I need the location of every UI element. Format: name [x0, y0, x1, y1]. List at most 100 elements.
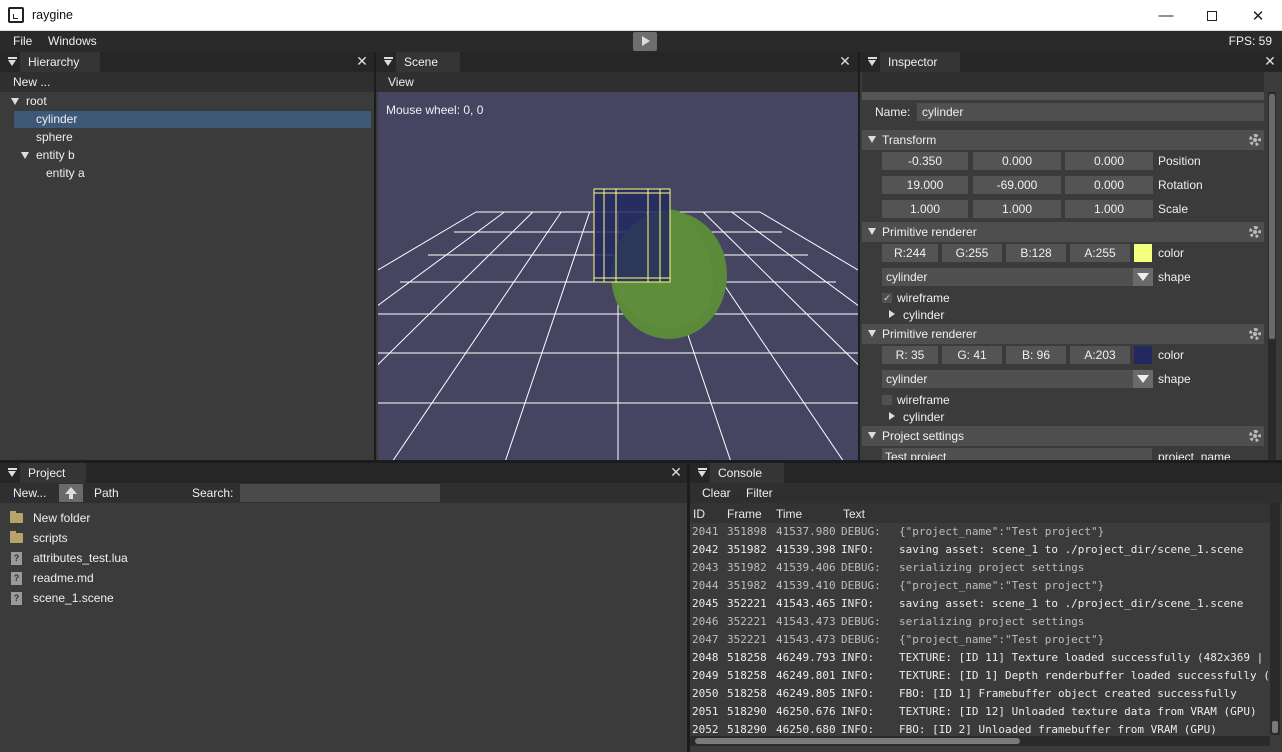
close-icon[interactable]: ✕: [669, 465, 683, 479]
scrollbar-thumb[interactable]: [1269, 94, 1275, 339]
up-directory-icon[interactable]: [59, 484, 83, 502]
maximize-icon[interactable]: [1189, 0, 1235, 31]
tab-console[interactable]: Console: [710, 463, 784, 483]
color-r-field[interactable]: R: 35: [882, 346, 938, 364]
cell-time: 46249.793: [776, 651, 836, 664]
scale-y-field[interactable]: 1.000: [973, 200, 1061, 218]
play-icon[interactable]: [633, 32, 657, 51]
position-x-field[interactable]: -0.350: [882, 152, 968, 170]
tab-project[interactable]: Project: [20, 463, 86, 483]
scale-z-field[interactable]: 1.000: [1065, 200, 1153, 218]
file-icon: ?: [11, 552, 22, 565]
project-settings-header[interactable]: Project settings: [862, 426, 1264, 446]
gear-icon[interactable]: [1249, 328, 1261, 340]
expand-arrow-icon[interactable]: [21, 152, 29, 159]
color-b-field[interactable]: B: 96: [1006, 346, 1066, 364]
close-icon[interactable]: ✕: [355, 54, 369, 68]
color-r-field[interactable]: R:244: [882, 244, 938, 262]
filter-button[interactable]: Filter: [746, 486, 773, 500]
color-g-field[interactable]: G:255: [942, 244, 1002, 262]
close-icon[interactable]: ✕: [1235, 0, 1281, 31]
project-name-input[interactable]: Test project: [882, 448, 1152, 460]
rotation-x-field[interactable]: 19.000: [882, 176, 968, 194]
menu-windows[interactable]: Windows: [48, 34, 97, 48]
cell-time: 41539.406: [776, 561, 836, 574]
close-icon[interactable]: ✕: [1263, 54, 1277, 68]
scene-render[interactable]: Mouse wheel: 0, 0: [376, 92, 858, 460]
tree-item-root[interactable]: root: [8, 93, 370, 110]
collapse-arrow-icon[interactable]: [868, 228, 876, 235]
sub-node-label[interactable]: cylinder: [903, 306, 944, 324]
close-icon[interactable]: ✕: [838, 54, 852, 68]
scrollbar-thumb[interactable]: [695, 738, 1020, 744]
tree-item-cylinder[interactable]: cylinder: [14, 111, 371, 128]
collapse-arrow-icon[interactable]: [868, 136, 876, 143]
column-header[interactable]: Text: [843, 507, 865, 521]
cell-time: 46250.676: [776, 705, 836, 718]
transform-header[interactable]: Transform: [862, 130, 1264, 150]
shape-dropdown[interactable]: cylinder: [882, 268, 1152, 286]
column-header[interactable]: ID: [693, 507, 705, 521]
cell-frame: 351982: [727, 579, 767, 592]
inspector-header-strip: [862, 92, 1264, 100]
position-z-field[interactable]: 0.000: [1065, 152, 1153, 170]
view-menu-button[interactable]: View: [388, 75, 414, 89]
color-g-field[interactable]: G: 41: [942, 346, 1002, 364]
color-swatch[interactable]: [1134, 346, 1152, 364]
scale-x-field[interactable]: 1.000: [882, 200, 968, 218]
color-a-field[interactable]: A:203: [1070, 346, 1130, 364]
path-button[interactable]: Path: [94, 486, 119, 500]
cell-text: {"project_name":"Test project"}: [899, 633, 1105, 646]
console-hscrollbar[interactable]: [690, 736, 1270, 746]
minimize-icon[interactable]: —: [1143, 0, 1189, 31]
tree-item-sphere[interactable]: sphere: [14, 129, 371, 146]
new-entity-button[interactable]: New ...: [13, 75, 50, 89]
tree-item-entity-a[interactable]: entity a: [24, 165, 371, 182]
collapse-arrow-icon[interactable]: [868, 432, 876, 439]
position-y-field[interactable]: 0.000: [973, 152, 1061, 170]
wireframe-checkbox[interactable]: ✓: [882, 293, 892, 303]
rotation-y-field[interactable]: -69.000: [973, 176, 1061, 194]
expand-arrow-icon[interactable]: [889, 412, 895, 420]
file-name: readme.md: [33, 571, 94, 585]
panel-menu-icon[interactable]: [384, 57, 393, 66]
expand-arrow-icon[interactable]: [889, 310, 895, 318]
chevron-down-icon[interactable]: [1133, 370, 1153, 388]
inspector-scrollbar[interactable]: [1268, 92, 1276, 460]
chevron-down-icon[interactable]: [1133, 268, 1153, 286]
console-vscrollbar[interactable]: [1270, 503, 1280, 735]
shape-dropdown[interactable]: cylinder: [882, 370, 1152, 388]
scene-viewport[interactable]: Mouse wheel: 0, 0: [376, 92, 858, 460]
entity-name-input[interactable]: cylinder: [917, 103, 1264, 121]
sub-node-label[interactable]: cylinder: [903, 408, 944, 426]
wireframe-checkbox[interactable]: [882, 395, 892, 405]
clear-button[interactable]: Clear: [702, 486, 731, 500]
cell-id: 2047: [692, 633, 719, 646]
tab-inspector[interactable]: Inspector: [880, 52, 960, 72]
menu-file[interactable]: File: [13, 34, 32, 48]
primitive-renderer-header[interactable]: Primitive renderer: [862, 324, 1264, 344]
rotation-z-field[interactable]: 0.000: [1065, 176, 1153, 194]
gear-icon[interactable]: [1249, 226, 1261, 238]
console-tabbar: Console: [690, 463, 1282, 483]
collapse-arrow-icon[interactable]: [868, 330, 876, 337]
search-input[interactable]: [240, 484, 440, 502]
panel-menu-icon[interactable]: [8, 57, 17, 66]
panel-menu-icon[interactable]: [698, 468, 707, 477]
panel-menu-icon[interactable]: [8, 468, 17, 477]
column-header[interactable]: Frame: [727, 507, 762, 521]
color-b-field[interactable]: B:128: [1006, 244, 1066, 262]
scrollbar-thumb[interactable]: [1272, 721, 1278, 733]
color-a-field[interactable]: A:255: [1070, 244, 1130, 262]
tab-scene[interactable]: Scene: [396, 52, 460, 72]
color-swatch[interactable]: [1134, 244, 1152, 262]
panel-menu-icon[interactable]: [868, 57, 877, 66]
primitive-renderer-header[interactable]: Primitive renderer: [862, 222, 1264, 242]
tree-item-entity-b[interactable]: entity b: [14, 147, 371, 164]
expand-arrow-icon[interactable]: [11, 98, 19, 105]
gear-icon[interactable]: [1249, 134, 1261, 146]
column-header[interactable]: Time: [776, 507, 802, 521]
gear-icon[interactable]: [1249, 430, 1261, 442]
new-asset-button[interactable]: New...: [13, 486, 46, 500]
tab-hierarchy[interactable]: Hierarchy: [20, 52, 100, 72]
